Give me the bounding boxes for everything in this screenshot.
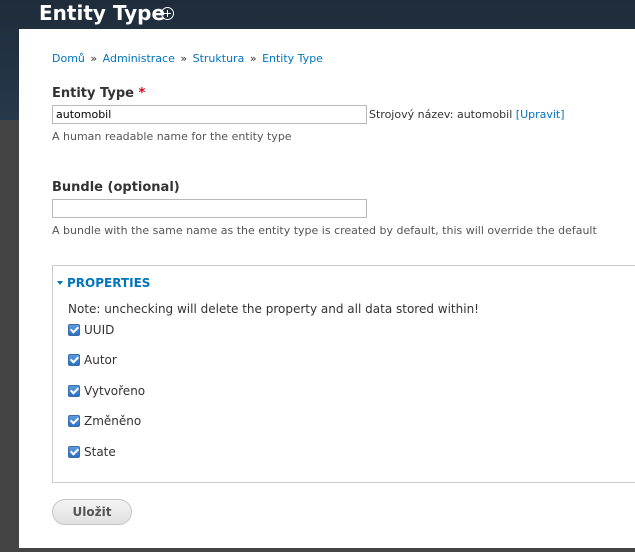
entity-type-description: A human readable name for the entity typ… xyxy=(52,130,292,143)
machine-name: Strojový název: automobil [Upravit] xyxy=(369,108,565,121)
machine-name-text: Strojový název: automobil xyxy=(369,108,513,121)
checkbox-checked-icon[interactable] xyxy=(68,354,80,366)
breadcrumb-link-entity-type[interactable]: Entity Type xyxy=(262,52,323,65)
breadcrumb-separator: » xyxy=(249,52,257,65)
property-label: Autor xyxy=(84,353,117,367)
property-label: Změněno xyxy=(84,414,142,428)
bundle-label: Bundle (optional) xyxy=(52,180,180,195)
property-zmeneno[interactable]: Změněno xyxy=(68,414,141,428)
breadcrumb-link-administrace[interactable]: Administrace xyxy=(103,52,175,65)
entity-type-input[interactable] xyxy=(52,105,367,124)
bundle-input[interactable] xyxy=(52,199,367,218)
properties-legend: PROPERTIES xyxy=(67,276,151,290)
property-state[interactable]: State xyxy=(68,445,116,459)
breadcrumb-separator: » xyxy=(90,52,98,65)
save-button[interactable]: Uložit xyxy=(52,499,132,525)
bundle-description: A bundle with the same name as the entit… xyxy=(52,224,597,237)
collapse-triangle-icon xyxy=(57,281,63,285)
property-label: UUID xyxy=(84,323,115,337)
property-vytvoreno[interactable]: Vytvořeno xyxy=(68,384,145,398)
machine-name-edit-link[interactable]: [Upravit] xyxy=(516,108,565,121)
breadcrumb-separator: » xyxy=(180,52,188,65)
content-panel: Domů » Administrace » Struktura » Entity… xyxy=(19,29,635,548)
property-autor[interactable]: Autor xyxy=(68,353,117,367)
entity-type-label-text: Entity Type xyxy=(52,86,134,101)
properties-toggle[interactable]: PROPERTIES xyxy=(57,276,150,290)
property-uuid[interactable]: UUID xyxy=(68,323,114,337)
properties-fieldset: PROPERTIES Note: unchecking will delete … xyxy=(52,265,635,483)
property-label: Vytvořeno xyxy=(84,384,146,398)
breadcrumb: Domů » Administrace » Struktura » Entity… xyxy=(52,52,323,65)
required-marker: * xyxy=(138,86,146,101)
checkbox-checked-icon[interactable] xyxy=(68,446,80,458)
checkbox-checked-icon[interactable] xyxy=(68,385,80,397)
checkbox-checked-icon[interactable] xyxy=(68,415,80,427)
property-label: State xyxy=(84,445,116,459)
breadcrumb-link-home[interactable]: Domů xyxy=(52,52,85,65)
properties-note: Note: unchecking will delete the propert… xyxy=(68,302,479,316)
add-shortcut-icon[interactable] xyxy=(161,7,174,20)
checkbox-checked-icon[interactable] xyxy=(68,324,80,336)
page-title: Entity Type xyxy=(39,1,166,25)
entity-type-label: Entity Type * xyxy=(52,86,145,101)
breadcrumb-link-struktura[interactable]: Struktura xyxy=(193,52,245,65)
